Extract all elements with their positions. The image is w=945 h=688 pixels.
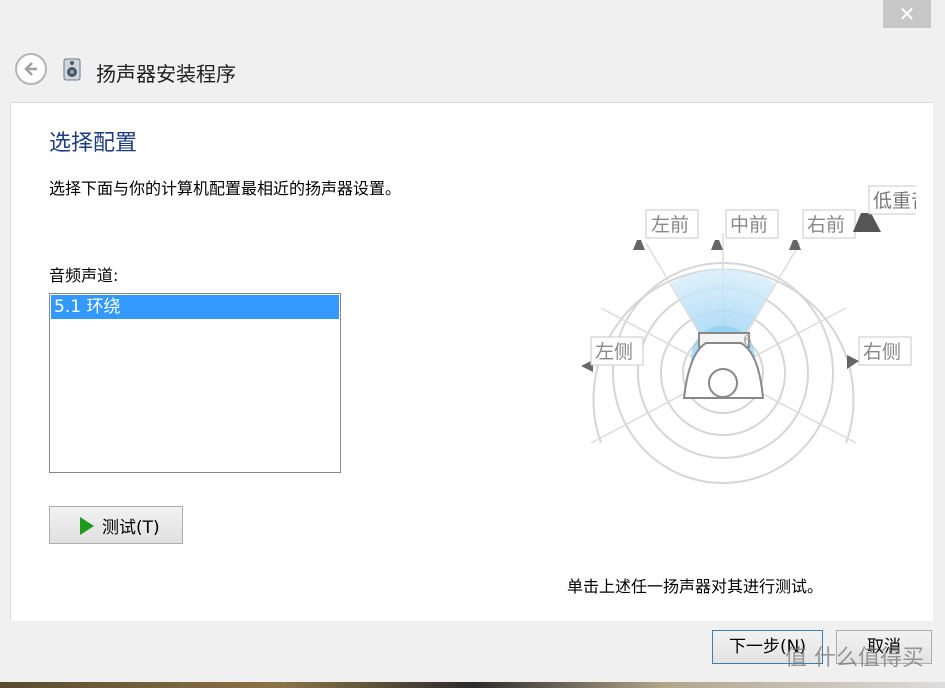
speaker-front-left[interactable]: 左前: [633, 209, 699, 250]
audio-channels-listbox[interactable]: 5.1 环绕: [49, 293, 341, 473]
test-button[interactable]: 测试(T): [49, 506, 183, 544]
subwoofer-icon: [853, 213, 881, 232]
instruction-text: 选择下面与你的计算机配置最相近的扬声器设置。: [49, 179, 402, 198]
speaker-label: 低重音: [873, 190, 916, 212]
back-arrow-icon: [24, 62, 37, 76]
audio-channels-label: 音频声道:: [49, 266, 119, 285]
svg-text:6: 6: [743, 333, 752, 349]
speaker-center[interactable]: 中前: [711, 209, 779, 250]
speaker-label: 右前: [807, 214, 845, 236]
speaker-diagram: 6 左前 中前 右前 低重音 左侧: [581, 185, 916, 484]
back-button[interactable]: [15, 53, 47, 85]
speaker-label: 中前: [730, 214, 768, 236]
speaker-icon: [847, 355, 859, 369]
speaker-side-right[interactable]: 右侧: [847, 336, 912, 369]
background-strip: [0, 682, 945, 688]
play-icon: [80, 517, 94, 535]
speaker-icon: [633, 240, 645, 250]
speaker-label: 右侧: [863, 341, 901, 363]
speaker-subwoofer[interactable]: 低重音: [853, 185, 916, 232]
speaker-label: 左侧: [595, 341, 633, 363]
hint-text: 单击上述任一扬声器对其进行测试。: [567, 577, 824, 596]
speaker-side-left[interactable]: 左侧: [581, 336, 644, 372]
window-title: 扬声器安装程序: [96, 62, 236, 86]
test-button-label: 测试(T): [102, 517, 160, 538]
speaker-icon: [711, 240, 723, 250]
close-icon: ✕: [898, 2, 916, 26]
speaker-setup-icon: [63, 58, 81, 81]
speaker-label: 左前: [651, 214, 689, 236]
page-heading: 选择配置: [49, 131, 138, 156]
watermark: 值 什么值得买: [785, 646, 924, 671]
close-button[interactable]: ✕: [883, 0, 931, 28]
content-panel: 选择配置 选择下面与你的计算机配置最相近的扬声器设置。 音频声道: 5.1 环绕…: [10, 102, 933, 621]
list-item[interactable]: 5.1 环绕: [51, 295, 339, 319]
